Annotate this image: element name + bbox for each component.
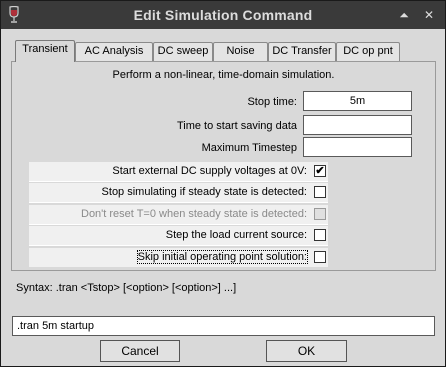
close-icon[interactable]: ✕ xyxy=(419,5,439,25)
divider xyxy=(29,181,328,182)
edit-simulation-command-dialog: Edit Simulation Command ⏶ ✕ Transient AC… xyxy=(0,0,446,367)
checkbox-stop-steady-state[interactable] xyxy=(314,186,326,198)
max-timestep-label: Maximum Timestep xyxy=(201,142,297,154)
stop-time-input[interactable] xyxy=(303,91,412,111)
tab-ac-analysis[interactable]: AC Analysis xyxy=(75,42,153,61)
option-label: Step the load current source: xyxy=(165,229,307,241)
stop-time-label: Stop time: xyxy=(247,96,297,108)
tab-transient[interactable]: Transient xyxy=(15,40,75,62)
checkbox-skip-op-point[interactable] xyxy=(314,251,326,263)
window-title: Edit Simulation Command xyxy=(133,7,313,23)
cancel-button[interactable]: Cancel xyxy=(100,340,180,362)
divider xyxy=(29,202,328,203)
start-saving-label: Time to start saving data xyxy=(176,120,297,132)
transient-panel: Perform a non-linear, time-domain simula… xyxy=(11,61,436,271)
analysis-description: Perform a non-linear, time-domain simula… xyxy=(112,69,335,81)
syntax-hint: Syntax: .tran <Tstop> [<option> [<option… xyxy=(16,282,237,294)
tab-dc-sweep[interactable]: DC sweep xyxy=(153,42,213,61)
tab-dc-transfer[interactable]: DC Transfer xyxy=(268,42,336,61)
title-bar[interactable]: Edit Simulation Command ⏶ ✕ xyxy=(1,1,445,29)
option-label: Start external DC supply voltages at 0V: xyxy=(112,165,307,177)
option-row-skip-op-point[interactable]: Skip initial operating point solution: xyxy=(29,248,328,267)
option-row-no-reset-t0: Don't reset T=0 when steady state is det… xyxy=(29,205,328,224)
option-label: Skip initial operating point solution: xyxy=(136,250,309,264)
tab-dc-op-pnt[interactable]: DC op pnt xyxy=(336,42,400,61)
option-row-stop-steady-state[interactable]: Stop simulating if steady state is detec… xyxy=(29,183,328,202)
divider xyxy=(29,245,328,246)
option-label: Don't reset T=0 when steady state is det… xyxy=(81,208,307,220)
option-label: Stop simulating if steady state is detec… xyxy=(101,186,307,198)
option-row-step-load[interactable]: Step the load current source: xyxy=(29,226,328,245)
start-saving-input[interactable] xyxy=(303,115,412,135)
checkbox-step-load[interactable] xyxy=(314,229,326,241)
command-line-input[interactable] xyxy=(12,316,435,336)
max-timestep-input[interactable] xyxy=(303,137,412,157)
divider xyxy=(29,224,328,225)
checkbox-no-reset-t0 xyxy=(314,208,326,220)
option-row-dc-supply-zero[interactable]: Start external DC supply voltages at 0V:… xyxy=(29,162,328,181)
maximize-icon[interactable]: ⏶ xyxy=(394,5,414,25)
tab-noise[interactable]: Noise xyxy=(213,42,268,61)
ok-button[interactable]: OK xyxy=(266,340,347,362)
checkbox-dc-supply-zero[interactable]: ✔ xyxy=(314,165,326,177)
